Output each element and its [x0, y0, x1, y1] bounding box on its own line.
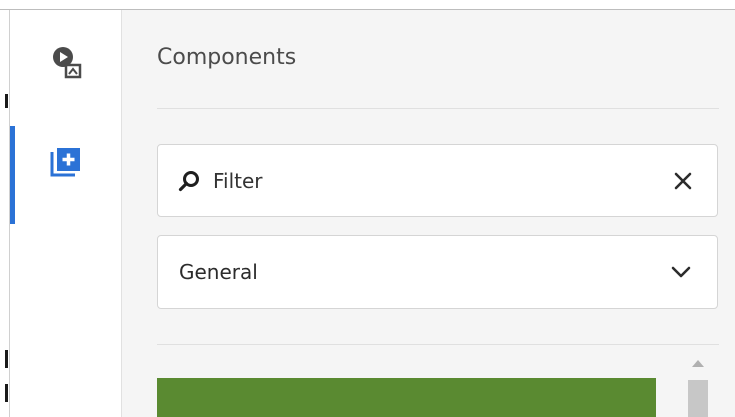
- components-icon: [50, 148, 80, 177]
- window-left-edge: [0, 10, 10, 417]
- list-divider: [157, 344, 719, 345]
- filter-input[interactable]: [213, 160, 663, 201]
- component-group-select[interactable]: General: [157, 235, 718, 309]
- scroll-up-arrow-icon[interactable]: [692, 360, 704, 367]
- side-rail: [10, 10, 122, 417]
- rail-item-components[interactable]: [10, 116, 122, 224]
- scroll-thumb[interactable]: [688, 380, 708, 417]
- edge-marker: [5, 350, 8, 368]
- window-top-edge: [0, 0, 735, 10]
- search-icon: [178, 170, 199, 191]
- close-icon: [674, 172, 692, 189]
- rail-item-assets[interactable]: [10, 16, 122, 108]
- chevron-down-icon: [671, 266, 691, 278]
- component-tile[interactable]: [157, 378, 656, 417]
- panel-title: Components: [157, 45, 297, 70]
- selected-group: General: [179, 260, 258, 284]
- components-panel: Components General: [122, 10, 735, 417]
- title-divider: [157, 108, 719, 109]
- filter-field[interactable]: [157, 144, 718, 217]
- list-scrollbar[interactable]: [686, 356, 710, 417]
- edge-marker: [5, 94, 8, 108]
- edge-marker: [5, 384, 8, 402]
- clear-filter-button[interactable]: [663, 161, 703, 201]
- editor-window: Components General: [0, 0, 735, 417]
- assets-icon: [53, 47, 82, 79]
